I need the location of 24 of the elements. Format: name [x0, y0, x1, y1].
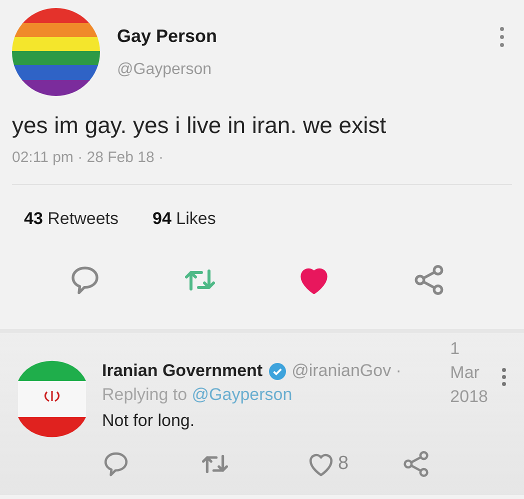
- user-handle: @Gayperson: [117, 61, 212, 79]
- share-icon: [402, 451, 429, 477]
- reply-context: Replying to @Gayperson: [102, 385, 292, 405]
- tweet-date: 2018: [450, 386, 488, 408]
- tweet-text: Not for long.: [102, 411, 195, 431]
- tweet-text: yes im gay. yes i live in iran. we exist: [12, 112, 386, 139]
- tweet-date: 1: [450, 338, 461, 360]
- reply-icon: [70, 265, 100, 295]
- reply-icon: [103, 451, 129, 477]
- display-name: Iranian Government: [102, 361, 263, 381]
- more-options-icon[interactable]: [502, 367, 506, 387]
- reply-button[interactable]: [103, 451, 129, 477]
- share-icon: [414, 265, 444, 295]
- tweet-date: Mar: [450, 362, 480, 384]
- more-options-icon[interactable]: [500, 26, 504, 48]
- share-button[interactable]: [402, 451, 429, 477]
- timestamp: 02:11 pm · 28 Feb 18 ·: [12, 149, 164, 166]
- heart-icon: [308, 451, 334, 477]
- user-handle: @iranianGov ·: [292, 361, 402, 381]
- display-name: Gay Person: [117, 26, 218, 47]
- reply-button[interactable]: [70, 265, 100, 295]
- stat-link[interactable]: 43 Retweets: [24, 209, 119, 229]
- stat-link[interactable]: 94 Likes: [152, 209, 216, 229]
- share-button[interactable]: [414, 265, 444, 295]
